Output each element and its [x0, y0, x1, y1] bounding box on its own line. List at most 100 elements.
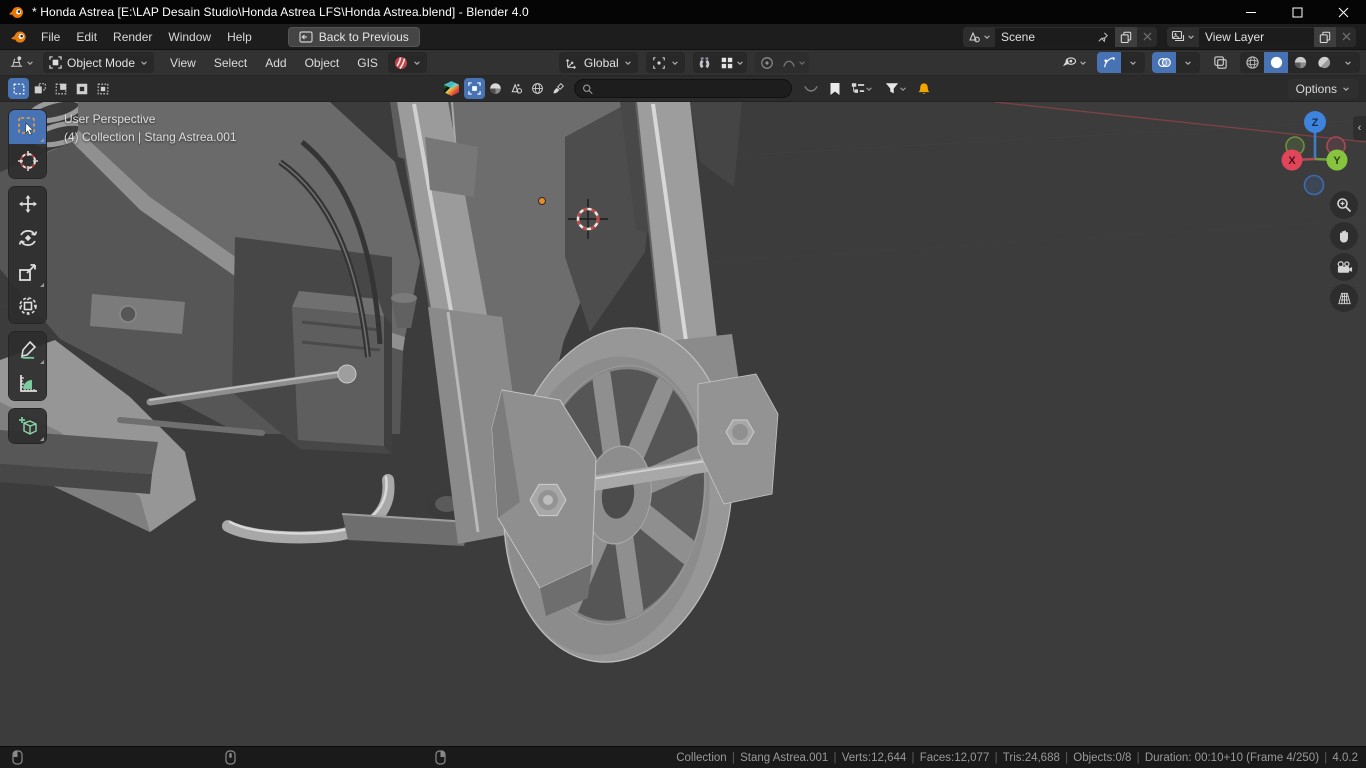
- tool-annotate[interactable]: [9, 332, 46, 366]
- menu-view[interactable]: View: [162, 53, 204, 73]
- shading-wireframe-button[interactable]: [1240, 52, 1264, 73]
- pivot-point-dropdown[interactable]: [645, 52, 685, 73]
- view-layer-name-field[interactable]: View Layer: [1199, 26, 1314, 47]
- editor-type-cube-icon[interactable]: [443, 80, 460, 97]
- new-view-layer-button[interactable]: [1314, 26, 1336, 47]
- sidebar-toggle[interactable]: ‹: [1353, 116, 1366, 140]
- axis-y-handle[interactable]: Y: [1326, 149, 1348, 171]
- menu-file[interactable]: File: [33, 27, 68, 47]
- filter-funnel-dropdown[interactable]: [879, 78, 913, 99]
- stat-duration: Duration: 00:10+10 (Frame 4/250): [1131, 752, 1319, 764]
- select-mode-invert-button[interactable]: [71, 78, 92, 99]
- select-mode-intersect-button[interactable]: [92, 78, 113, 99]
- xray-toggle[interactable]: [1208, 52, 1232, 73]
- notification-bell-button[interactable]: [913, 78, 934, 99]
- snap-target-dropdown[interactable]: [717, 52, 747, 73]
- stat-faces: Faces:12,077: [906, 752, 989, 764]
- menu-help[interactable]: Help: [219, 27, 260, 47]
- select-mode-set-button[interactable]: [8, 78, 29, 99]
- options-dropdown[interactable]: Options: [1287, 78, 1358, 99]
- notification-bell-icon: [918, 82, 929, 94]
- scene-name-field[interactable]: Scene: [995, 26, 1115, 47]
- pin-icon[interactable]: [1096, 31, 1109, 44]
- ortho-perspective-toggle[interactable]: [1330, 284, 1358, 312]
- show-gizmo-toggle[interactable]: [1097, 52, 1121, 73]
- stat-verts: Verts:12,644: [828, 752, 906, 764]
- menu-render[interactable]: Render: [105, 27, 160, 47]
- svg-text:Y: Y: [1333, 155, 1341, 167]
- filter-brush-button[interactable]: [548, 78, 569, 99]
- gizmos-group: [1097, 52, 1145, 73]
- close-button[interactable]: [1320, 0, 1366, 24]
- pan-button[interactable]: [1330, 222, 1358, 250]
- remove-view-layer-button[interactable]: [1336, 26, 1356, 47]
- camera-view-button[interactable]: [1330, 253, 1358, 281]
- blender-menu-icon[interactable]: [10, 28, 27, 45]
- model-pipes: [222, 474, 471, 546]
- maximize-button[interactable]: [1274, 0, 1320, 24]
- menu-edit[interactable]: Edit: [68, 27, 105, 47]
- shading-solid-button[interactable]: [1264, 52, 1288, 73]
- filter-scene-button[interactable]: [506, 78, 527, 99]
- collapse-menus-button[interactable]: [798, 78, 824, 99]
- menu-window[interactable]: Window: [160, 27, 219, 47]
- scene-browse-button[interactable]: [963, 26, 995, 47]
- zoom-button[interactable]: [1330, 191, 1358, 219]
- axis-x-handle[interactable]: X: [1281, 149, 1303, 171]
- gizmo-dropdown[interactable]: [1121, 52, 1145, 73]
- new-scene-button[interactable]: [1115, 26, 1137, 47]
- display-mode-icon: [851, 83, 865, 93]
- search-box: [574, 79, 792, 98]
- unlink-scene-button[interactable]: [1137, 26, 1157, 47]
- collapse-chevron-icon: [804, 85, 818, 92]
- menu-gis[interactable]: GIS: [349, 53, 386, 73]
- overlays-dropdown[interactable]: [1176, 52, 1200, 73]
- object-visibility-dropdown[interactable]: [1058, 52, 1090, 73]
- editor-3d-viewport-icon: [10, 56, 23, 67]
- middle-mouse-icon: [225, 750, 236, 765]
- axis-neg-z-handle[interactable]: [1303, 174, 1325, 196]
- display-mode-dropdown[interactable]: [845, 78, 879, 99]
- grid-icon: [1337, 292, 1351, 304]
- menu-select[interactable]: Select: [206, 53, 255, 73]
- filter-funnel-icon: [885, 83, 899, 94]
- select-mode-extend-button[interactable]: [29, 78, 50, 99]
- navigation-gizmo[interactable]: Z X Y: [1272, 106, 1362, 198]
- tool-transform[interactable]: [9, 289, 46, 323]
- filter-shading-button[interactable]: [485, 78, 506, 99]
- editor-type-button[interactable]: [6, 52, 37, 73]
- axis-z-handle[interactable]: Z: [1304, 111, 1326, 133]
- minimize-button[interactable]: [1228, 0, 1274, 24]
- pivot-point-icon: [652, 56, 665, 69]
- tool-cursor[interactable]: [9, 144, 46, 178]
- shading-rendered-button[interactable]: [1312, 52, 1336, 73]
- tool-select-box[interactable]: [9, 110, 46, 144]
- filter-select-button[interactable]: [464, 78, 485, 99]
- proportional-editing-toggle[interactable]: [755, 52, 779, 73]
- tool-move[interactable]: [9, 187, 46, 221]
- svg-text:X: X: [1288, 155, 1296, 167]
- tool-scale[interactable]: [9, 255, 46, 289]
- menu-add[interactable]: Add: [257, 53, 294, 73]
- shading-material-button[interactable]: [1288, 52, 1312, 73]
- toolbar: [9, 110, 46, 452]
- tool-rotate[interactable]: [9, 221, 46, 255]
- view-layer-browse-button[interactable]: [1167, 26, 1199, 47]
- select-mode-subtract-button[interactable]: [50, 78, 71, 99]
- shading-dropdown[interactable]: [1336, 52, 1360, 73]
- svg-text:Z: Z: [1312, 117, 1319, 129]
- addon-ball-dropdown[interactable]: [387, 52, 427, 73]
- show-overlays-toggle[interactable]: [1152, 52, 1176, 73]
- menu-object[interactable]: Object: [297, 53, 348, 73]
- mode-dropdown[interactable]: Object Mode: [43, 52, 155, 73]
- search-input[interactable]: [598, 81, 784, 96]
- bookmark-button[interactable]: [824, 78, 845, 99]
- tool-add-cube[interactable]: [9, 409, 46, 443]
- snap-toggle-button[interactable]: [693, 52, 717, 73]
- back-to-previous-button[interactable]: Back to Previous: [287, 26, 420, 47]
- transform-orientation-dropdown[interactable]: Global: [558, 52, 638, 73]
- viewport-3d[interactable]: User Perspective (4) Collection | Stang …: [0, 102, 1366, 746]
- filter-world-button[interactable]: [527, 78, 548, 99]
- tool-measure[interactable]: [9, 366, 46, 400]
- proportional-falloff-dropdown[interactable]: [779, 52, 809, 73]
